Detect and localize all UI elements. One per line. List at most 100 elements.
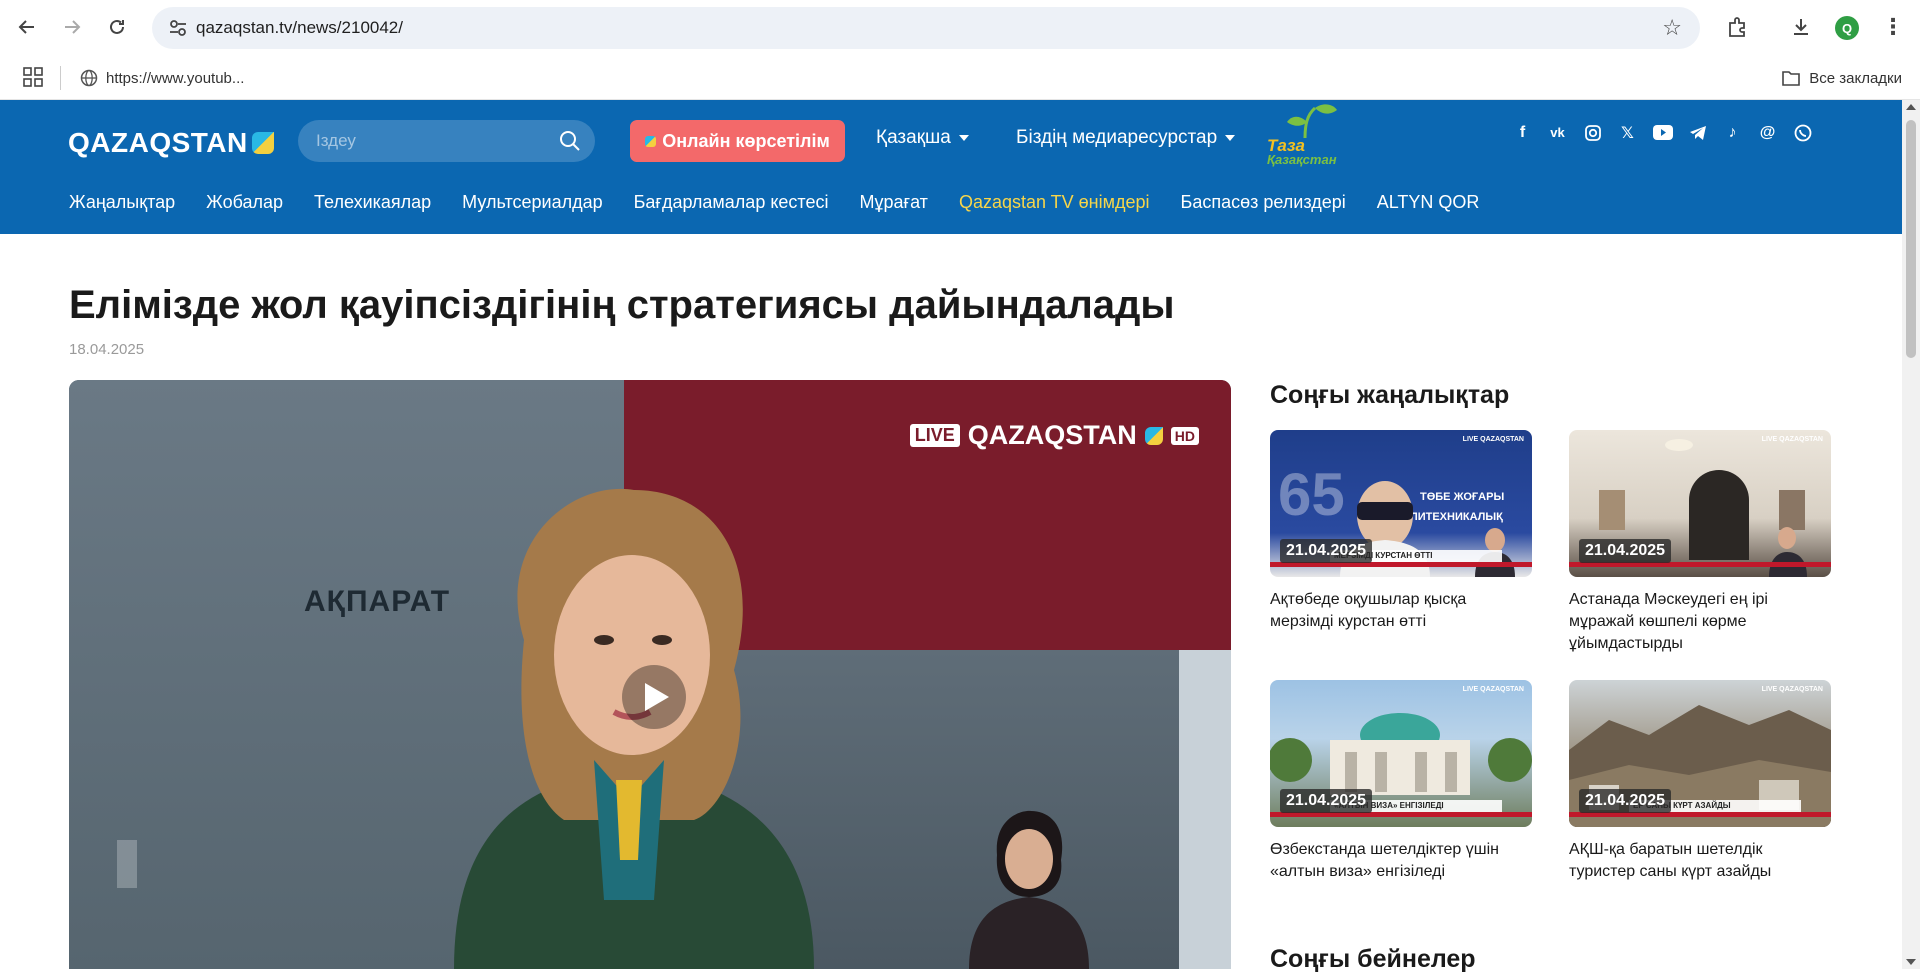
latest-videos-heading: Соңғы бейнелер	[1270, 945, 1476, 973]
news-card[interactable]: LIVE QAZAQSTAN ЕР САНЫ КҮРТ АЗАЙДЫ 21.04…	[1569, 680, 1831, 883]
news-thumbnail[interactable]: LIVE QAZAQSTAN «АЛТЫН ВИЗА» ЕНГІЗІЛЕДІ 2…	[1270, 680, 1532, 827]
news-date-badge: 21.04.2025	[1280, 539, 1373, 563]
hd-label: HD	[1170, 426, 1199, 445]
bookmark-youtube[interactable]: https://www.youtub...	[80, 64, 244, 92]
reload-icon[interactable]	[100, 10, 134, 44]
site-header: QAZAQSTAN Онлайн көрсетілім Қазақша Бізд…	[0, 100, 1920, 234]
logo-text: QAZAQSTAN	[68, 127, 248, 158]
chevron-down-icon	[1225, 135, 1236, 141]
news-caption[interactable]: АҚШ-қа баратын шетелдік туристер саны кү…	[1569, 839, 1831, 883]
page-scrollbar[interactable]	[1902, 100, 1920, 969]
media-resources-label: Біздің медиаресурстар	[1016, 127, 1218, 148]
back-icon[interactable]	[10, 10, 44, 44]
taza-line2: Қазақстан	[1267, 152, 1337, 167]
search-input[interactable]	[316, 120, 556, 162]
apps-grid-icon[interactable]	[22, 66, 44, 88]
search-box	[298, 120, 595, 162]
video-player[interactable]: АҚПАРАТ LIVE QAZAQSTAN HD	[69, 380, 1231, 969]
site-info-icon[interactable]	[168, 18, 188, 38]
news-thumbnail[interactable]: LIVE QAZAQSTAN 21.04.2025	[1569, 430, 1831, 577]
leaf-icon	[1287, 104, 1337, 139]
news-thumbnail[interactable]: LIVE QAZAQSTAN ЕР САНЫ КҮРТ АЗАЙДЫ 21.04…	[1569, 680, 1831, 827]
forward-icon[interactable]	[55, 10, 89, 44]
instagram-icon[interactable]	[1582, 122, 1603, 143]
x-icon[interactable]: 𝕏	[1617, 122, 1638, 143]
bookmarks-bar: https://www.youtub... Все закладки	[0, 56, 1920, 100]
live-button-label: Онлайн көрсетілім	[662, 130, 830, 151]
threads-icon[interactable]: @	[1757, 122, 1778, 143]
all-bookmarks[interactable]: Все закладки	[1781, 64, 1902, 92]
nav-item-tv-products[interactable]: Qazaqstan TV өнімдері	[959, 192, 1150, 213]
channel-name: QAZAQSTAN	[967, 420, 1137, 450]
bookmark-star-icon[interactable]: ☆	[1662, 15, 1682, 41]
nav-item-tv-series[interactable]: Телехикаялар	[314, 192, 431, 213]
nav-item-news[interactable]: Жаңалықтар	[69, 192, 175, 213]
extensions-icon[interactable]	[1720, 10, 1754, 44]
news-card[interactable]: LIVE QAZAQSTAN «АЛТЫН ВИЗА» ЕНГІЗІЛЕДІ 2…	[1270, 680, 1532, 883]
search-icon[interactable]	[559, 130, 581, 152]
nav-item-projects[interactable]: Жобалар	[206, 192, 283, 213]
chevron-down-icon	[958, 135, 969, 141]
svg-text:ТӨБЕ ЖОҒАРЫ: ТӨБЕ ЖОҒАРЫ	[1420, 491, 1504, 503]
logo-mark-icon	[251, 132, 274, 154]
menu-kebab-icon[interactable]: ⋮	[1876, 10, 1910, 44]
tiktok-icon[interactable]: ♪	[1722, 122, 1743, 143]
telegram-icon[interactable]	[1687, 122, 1708, 143]
live-dot-icon	[645, 135, 657, 147]
bookmark-label: https://www.youtub...	[106, 69, 245, 87]
news-date-badge: 21.04.2025	[1280, 789, 1373, 813]
url-text: qazaqstan.tv/news/210042/	[196, 18, 403, 37]
media-resources-dropdown[interactable]: Біздің медиаресурстар	[1016, 127, 1236, 149]
play-icon	[645, 683, 669, 711]
thumb-channel-watermark: LIVE QAZAQSTAN	[1462, 436, 1524, 443]
news-caption[interactable]: Астанада Мәскеудегі ең ірі мұражай көшпе…	[1569, 589, 1831, 655]
presenter-image	[454, 488, 814, 969]
live-label: LIVE	[909, 424, 960, 447]
main-navigation: Жаңалықтар Жобалар Телехикаялар Мультсер…	[69, 192, 1510, 213]
bookmark-separator	[60, 66, 61, 90]
browser-toolbar: qazaqstan.tv/news/210042/ ☆ Q ⋮	[0, 0, 1920, 56]
sign-language-interpreter-image	[969, 810, 1089, 969]
whatsapp-icon[interactable]	[1792, 122, 1813, 143]
news-caption[interactable]: Ақтөбеде оқушылар қысқа мерзімді курстан…	[1270, 589, 1532, 633]
vk-icon[interactable]: vk	[1547, 122, 1568, 143]
studio-light	[117, 840, 137, 888]
folder-icon	[1782, 71, 1801, 86]
live-stream-button[interactable]: Онлайн көрсетілім	[630, 120, 845, 162]
news-caption[interactable]: Өзбекстанда шетелдіктер үшін «алтын виза…	[1270, 839, 1532, 883]
address-bar[interactable]: qazaqstan.tv/news/210042/ ☆	[152, 7, 1700, 49]
site-logo[interactable]: QAZAQSTAN	[68, 127, 274, 159]
article-title: Елімізде жол қауіпсіздігінің стратегиясы…	[69, 283, 1175, 327]
article-date: 18.04.2025	[69, 341, 145, 358]
scroll-up-icon[interactable]	[1906, 104, 1916, 110]
download-icon[interactable]	[1784, 10, 1818, 44]
profile-avatar[interactable]: Q	[1835, 16, 1859, 40]
channel-watermark: LIVE QAZAQSTAN HD	[909, 420, 1199, 451]
scroll-down-icon[interactable]	[1906, 959, 1916, 965]
scrollbar-thumb[interactable]	[1906, 120, 1916, 358]
news-date-badge: 21.04.2025	[1579, 539, 1672, 563]
play-button[interactable]	[622, 665, 686, 729]
news-date-badge: 21.04.2025	[1579, 789, 1672, 813]
news-card[interactable]: 65 ТӨБЕ ЖОҒАРЫ ЛИТЕХНИКАЛЫҚ LIVE QAZAQST…	[1270, 430, 1532, 633]
news-card[interactable]: LIVE QAZAQSTAN 21.04.2025 Астанада Мәске…	[1569, 430, 1831, 655]
language-dropdown[interactable]: Қазақша	[876, 127, 969, 149]
video-background	[1179, 650, 1231, 969]
nav-item-schedule[interactable]: Бағдарламалар кестесі	[634, 192, 829, 213]
thumb-channel-watermark: LIVE QAZAQSTAN	[1761, 686, 1823, 693]
taza-kazakhstan-logo[interactable]: Таза Қазақстан	[1265, 100, 1340, 172]
youtube-icon[interactable]	[1652, 122, 1673, 143]
globe-icon	[80, 69, 98, 87]
news-thumbnail[interactable]: 65 ТӨБЕ ЖОҒАРЫ ЛИТЕХНИКАЛЫҚ LIVE QAZAQST…	[1270, 430, 1532, 577]
nav-item-archive[interactable]: Мұрағат	[859, 192, 927, 213]
facebook-icon[interactable]: f	[1512, 122, 1533, 143]
svg-text:65: 65	[1278, 461, 1345, 528]
nav-item-altyn-qor[interactable]: ALTYN QOR	[1377, 192, 1480, 213]
nav-item-press-releases[interactable]: Баспасөз релиздері	[1181, 192, 1346, 213]
svg-text:ЛИТЕХНИКАЛЫҚ: ЛИТЕХНИКАЛЫҚ	[1410, 511, 1503, 523]
language-label: Қазақша	[876, 127, 951, 148]
thumb-channel-watermark: LIVE QAZAQSTAN	[1761, 436, 1823, 443]
thumb-channel-watermark: LIVE QAZAQSTAN	[1462, 686, 1524, 693]
nav-item-cartoons[interactable]: Мультсериалдар	[462, 192, 602, 213]
latest-news-heading: Соңғы жаңалықтар	[1270, 381, 1510, 409]
